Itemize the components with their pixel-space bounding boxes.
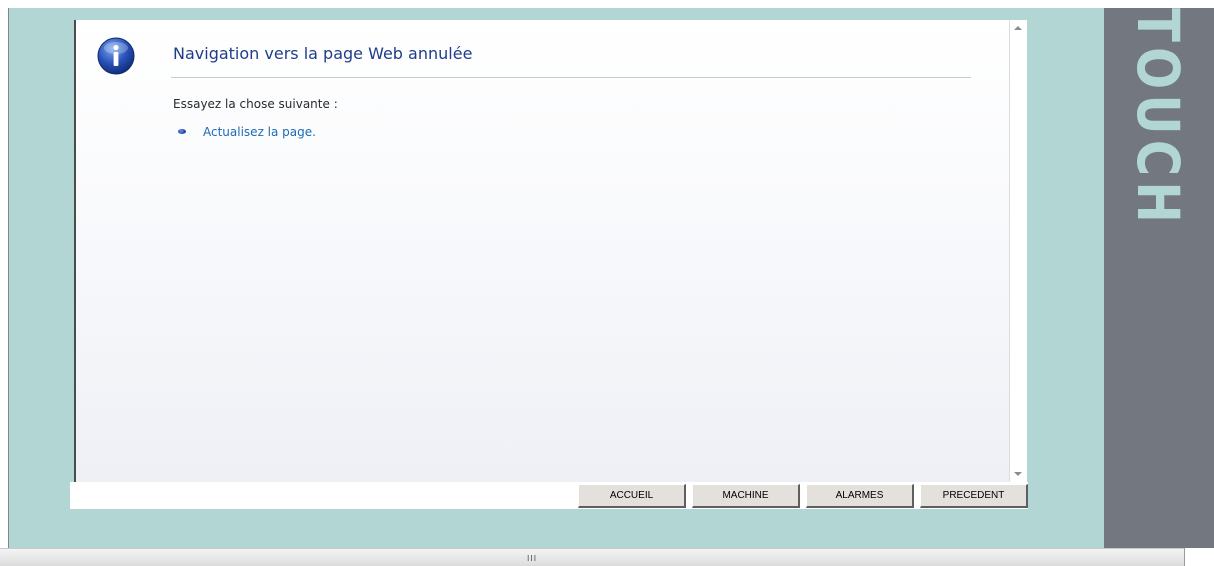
refresh-page-link[interactable]: Actualisez la page. bbox=[203, 125, 316, 139]
scroll-down-icon[interactable] bbox=[1014, 472, 1022, 476]
svg-text:TOUCH: TOUCH bbox=[1124, 8, 1192, 228]
alarms-button[interactable]: ALARMES bbox=[806, 484, 914, 508]
browser-viewport bbox=[74, 20, 1009, 482]
scroll-up-icon[interactable] bbox=[1014, 26, 1022, 30]
info-icon bbox=[97, 37, 135, 75]
horizontal-scrollbar[interactable]: III bbox=[0, 548, 1184, 566]
hint-text: Essayez la chose suivante : bbox=[173, 97, 338, 111]
previous-button[interactable]: PRECEDENT bbox=[920, 484, 1028, 508]
brand-side-text: TOUCH bbox=[1124, 8, 1192, 228]
home-button[interactable]: ACCUEIL bbox=[578, 484, 686, 508]
page-title: Navigation vers la page Web annulée bbox=[173, 44, 473, 63]
scroll-grip[interactable]: III bbox=[527, 554, 537, 563]
vertical-scrollbar[interactable] bbox=[1009, 20, 1027, 482]
scrollbar-corner bbox=[1184, 548, 1214, 566]
machine-button[interactable]: MACHINE bbox=[692, 484, 800, 508]
title-divider bbox=[171, 77, 971, 78]
bullet-icon bbox=[178, 129, 186, 134]
